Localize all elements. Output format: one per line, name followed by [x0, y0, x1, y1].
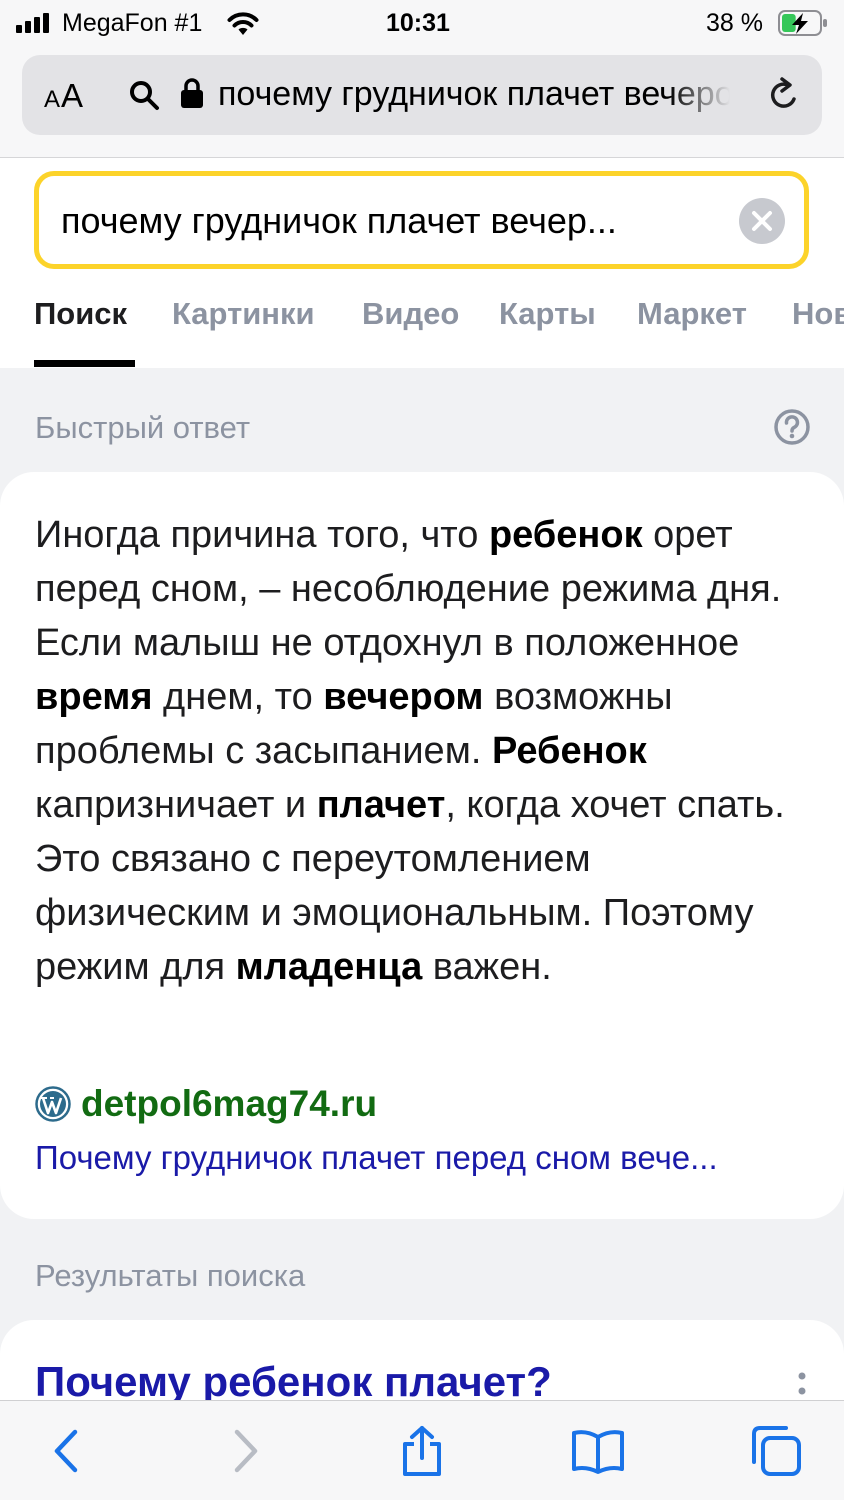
answer-source[interactable]: detpol6mag74.ru	[35, 1083, 377, 1125]
url-text[interactable]: почему грудничок плачет вечером	[218, 75, 730, 114]
tab-market[interactable]: Маркет	[637, 296, 747, 332]
battery-percent: 38 %	[706, 9, 763, 37]
share-icon	[403, 1426, 441, 1476]
answer-fragment: днем, то	[152, 676, 324, 718]
answer-highlight: младенца	[235, 946, 423, 988]
quick-answer-text: Иногда причина того, что ребенок орет пе…	[35, 508, 815, 994]
bookmarks-icon	[572, 1430, 624, 1474]
active-tab-indicator	[34, 360, 135, 367]
answer-highlight: ребенок	[488, 514, 643, 556]
answer-highlight: время	[35, 676, 153, 718]
search-input[interactable]: почему грудничок плачет вечер...	[61, 200, 721, 242]
carrier-name: MegaFon #1	[62, 9, 203, 37]
quick-answer-card: Иногда причина того, что ребенок орет пе…	[0, 472, 844, 1219]
search-box[interactable]: почему грудничок плачет вечер...	[34, 171, 809, 269]
tab-search[interactable]: Поиск	[34, 296, 127, 332]
browser-chrome: MegaFon #1 10:31 38 % AA почему грудничо…	[0, 0, 844, 158]
results-label: Результаты поиска	[35, 1258, 306, 1293]
wordpress-icon	[35, 1086, 71, 1122]
share-button[interactable]	[392, 1421, 452, 1481]
tabs-icon	[752, 1426, 801, 1476]
answer-fragment: важен.	[422, 946, 552, 988]
source-link[interactable]: Почему грудничок плачет перед сном вече.…	[35, 1139, 815, 1177]
result-title-link[interactable]: Почему ребенок плачет?	[35, 1358, 552, 1406]
status-time: 10:31	[386, 9, 450, 37]
answer-highlight: вечером	[323, 676, 484, 718]
search-icon	[130, 81, 159, 110]
clear-icon	[752, 211, 772, 231]
reload-icon[interactable]	[764, 75, 804, 115]
tab-news[interactable]: Нов	[792, 296, 844, 332]
battery-charging-icon	[778, 10, 827, 36]
tab-video[interactable]: Видео	[362, 296, 459, 332]
tab-images[interactable]: Картинки	[172, 296, 315, 332]
search-header: почему грудничок плачет вечер... Поиск К…	[0, 158, 844, 368]
status-bar: MegaFon #1 10:31 38 %	[0, 0, 844, 48]
quick-answer-label: Быстрый ответ	[35, 410, 251, 445]
address-bar[interactable]: AA почему грудничок плачет вечером	[22, 55, 822, 135]
reader-text-size-button[interactable]: AA	[44, 77, 84, 115]
forward-icon	[234, 1429, 258, 1473]
answer-highlight: плачет	[316, 784, 446, 826]
tab-maps[interactable]: Карты	[499, 296, 596, 332]
wifi-icon	[227, 12, 259, 35]
back-button[interactable]	[36, 1421, 96, 1481]
lock-icon	[181, 78, 203, 108]
answer-fragment: Иногда причина того, что	[35, 514, 489, 556]
help-icon[interactable]	[773, 408, 811, 446]
signal-icon	[16, 13, 49, 33]
forward-button[interactable]	[216, 1421, 276, 1481]
safari-toolbar	[0, 1400, 844, 1500]
answer-highlight: Ребенок	[491, 730, 647, 772]
clear-button[interactable]	[739, 198, 785, 244]
tabs-button[interactable]	[746, 1421, 806, 1481]
back-icon	[54, 1429, 78, 1473]
source-domain[interactable]: detpol6mag74.ru	[81, 1083, 377, 1125]
bookmarks-button[interactable]	[568, 1421, 628, 1481]
answer-fragment: капризничает и	[35, 784, 317, 826]
